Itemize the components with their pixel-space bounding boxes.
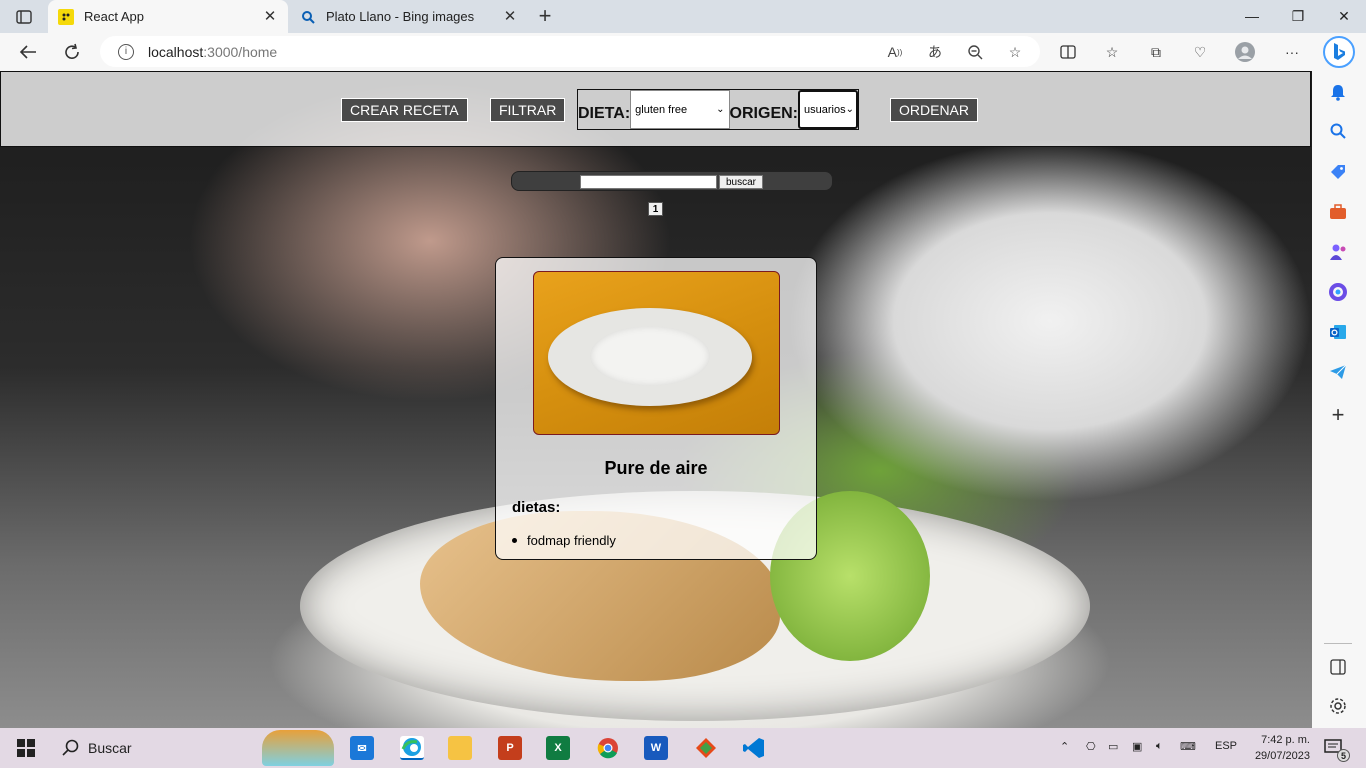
tab-react-app[interactable]: React App ✕ (48, 0, 288, 33)
page-viewport: CREAR RECETA FILTRAR DIETA: gluten free … (0, 71, 1312, 728)
settings-gear-icon[interactable] (1327, 695, 1349, 717)
recipe-title: Pure de aire (604, 458, 708, 478)
tab-bing-images[interactable]: Plato Llano - Bing images ✕ (290, 0, 528, 33)
edge-sidebar: + (1312, 71, 1366, 728)
refresh-icon[interactable] (60, 40, 84, 64)
page-button[interactable]: 1 (648, 202, 663, 216)
add-sidebar-app-icon[interactable]: + (1327, 402, 1349, 427)
minimize-icon[interactable]: — (1240, 5, 1264, 27)
windows-start-icon[interactable] (14, 736, 38, 760)
microsoft-365-icon[interactable] (1327, 281, 1349, 303)
translate-icon[interactable]: あ (926, 43, 944, 61)
info-icon[interactable]: i (118, 43, 134, 60)
url-host: localhost (148, 43, 204, 60)
notification-count-badge: 5 (1337, 749, 1350, 762)
address-bar: i localhost:3000/home A)) あ ☆ ☆ ⧉ ♡ ··· (0, 33, 1366, 71)
search-favicon-icon (300, 9, 316, 25)
origin-select[interactable]: usuarios ⌄ (798, 90, 858, 129)
chevron-down-icon: ⌄ (845, 104, 854, 115)
filter-group: DIETA: gluten free ⌄ ORIGEN: usuarios ⌄ (577, 89, 859, 130)
zoom-out-icon[interactable] (966, 43, 984, 61)
file-explorer-icon[interactable] (448, 736, 472, 760)
browser-tab-bar: React App ✕ Plato Llano - Bing images ✕ … (0, 0, 1366, 33)
mail-icon[interactable]: ✉ (350, 736, 374, 760)
plate-image (548, 308, 752, 406)
tab-title: Plato Llano - Bing images (326, 9, 475, 24)
edge-browser-icon[interactable] (400, 736, 424, 760)
taskbar-search-label: Buscar (88, 740, 132, 756)
word-icon[interactable]: W (644, 736, 668, 760)
sidebar-divider (1324, 643, 1352, 644)
chrome-icon[interactable] (596, 736, 620, 760)
search-icon[interactable] (1327, 120, 1349, 142)
vscode-icon[interactable] (742, 736, 766, 760)
restore-icon[interactable]: ❐ (1286, 5, 1310, 27)
diet-list-item: fodmap friendly (512, 533, 616, 548)
tab-actions-icon[interactable] (10, 6, 38, 28)
language-indicator[interactable]: ESP (1215, 740, 1237, 752)
tools-briefcase-icon[interactable] (1327, 201, 1349, 223)
split-screen-icon[interactable] (1057, 41, 1079, 63)
shopping-tag-icon[interactable] (1327, 161, 1349, 183)
outlook-icon[interactable] (1327, 321, 1349, 343)
close-window-icon[interactable]: ✕ (1332, 5, 1356, 27)
diets-heading: dietas: (512, 499, 561, 516)
notifications-icon[interactable]: 5 (1322, 736, 1350, 762)
profile-avatar[interactable] (1234, 41, 1256, 63)
network-icon[interactable]: ▣ (1132, 740, 1142, 753)
clock[interactable]: 7:42 p. m. 29/07/2023 (1248, 732, 1310, 764)
notifications-bell-icon[interactable] (1327, 81, 1349, 103)
send-telegram-icon[interactable] (1327, 361, 1349, 383)
search-button[interactable]: buscar (719, 175, 763, 189)
gitkraken-icon[interactable] (694, 736, 718, 760)
tab-title: React App (84, 9, 144, 24)
origin-selected-value: usuarios (804, 103, 846, 116)
volume-icon[interactable]: 🔈︎ (1156, 740, 1163, 753)
back-icon[interactable] (16, 40, 40, 64)
chevron-down-icon: ⌄ (716, 104, 725, 115)
diet-item-label: fodmap friendly (527, 533, 616, 548)
more-menu-icon[interactable]: ··· (1281, 41, 1303, 63)
clock-time: 7:42 p. m. (1261, 734, 1310, 746)
powerpoint-icon[interactable]: P (498, 736, 522, 760)
url-path: :3000/home (203, 43, 278, 60)
keyboard-icon[interactable]: ⌨ (1180, 740, 1196, 753)
filter-button[interactable]: FILTRAR (490, 98, 566, 122)
react-favicon-icon (58, 8, 74, 25)
search-bar: buscar (511, 171, 833, 191)
battery-icon[interactable]: ▭ (1108, 740, 1118, 753)
app-nav-bar: CREAR RECETA FILTRAR DIETA: gluten free … (0, 71, 1311, 147)
chevron-up-icon[interactable]: ⌃ (1060, 740, 1069, 753)
sort-button[interactable]: ORDENAR (890, 98, 979, 122)
performance-icon[interactable]: ♡ (1189, 41, 1211, 63)
search-input[interactable] (580, 175, 717, 189)
favorites-icon[interactable]: ☆ (1101, 41, 1123, 63)
recipe-image (533, 271, 780, 435)
new-tab-button[interactable]: + (534, 5, 556, 28)
clock-date: 29/07/2023 (1254, 750, 1310, 762)
create-recipe-button[interactable]: CREAR RECETA (341, 98, 468, 122)
close-tab-icon[interactable]: ✕ (502, 8, 518, 25)
games-icon[interactable] (1327, 241, 1349, 263)
diet-label: DIETA: (578, 104, 631, 122)
bing-copilot-icon[interactable] (1323, 36, 1355, 68)
recipe-card[interactable]: Pure de aire dietas: fodmap friendly (495, 257, 817, 560)
origin-label: ORIGEN: (729, 104, 798, 122)
search-icon (62, 739, 80, 760)
collections-icon[interactable]: ⧉ (1145, 41, 1167, 63)
diet-selected-value: gluten free (635, 103, 688, 116)
windows-taskbar: Buscar ✉ P X W ⌃ ⎔ ▭ ▣ 🔈︎ ⌨ ESP 7:42 p. … (0, 728, 1366, 768)
favorite-star-icon[interactable]: ☆ (1006, 43, 1024, 61)
read-aloud-icon[interactable]: A)) (886, 43, 904, 61)
close-tab-icon[interactable]: ✕ (262, 8, 278, 25)
plate-center (590, 326, 710, 386)
taskbar-search[interactable]: Buscar (52, 728, 336, 768)
excel-icon[interactable]: X (546, 736, 570, 760)
diet-select[interactable]: gluten free ⌄ (630, 90, 730, 129)
hide-sidebar-icon[interactable] (1327, 656, 1349, 678)
bullet-icon (512, 538, 517, 543)
tiger-widget-icon (262, 730, 334, 766)
meet-now-icon[interactable]: ⎔ (1086, 740, 1096, 753)
